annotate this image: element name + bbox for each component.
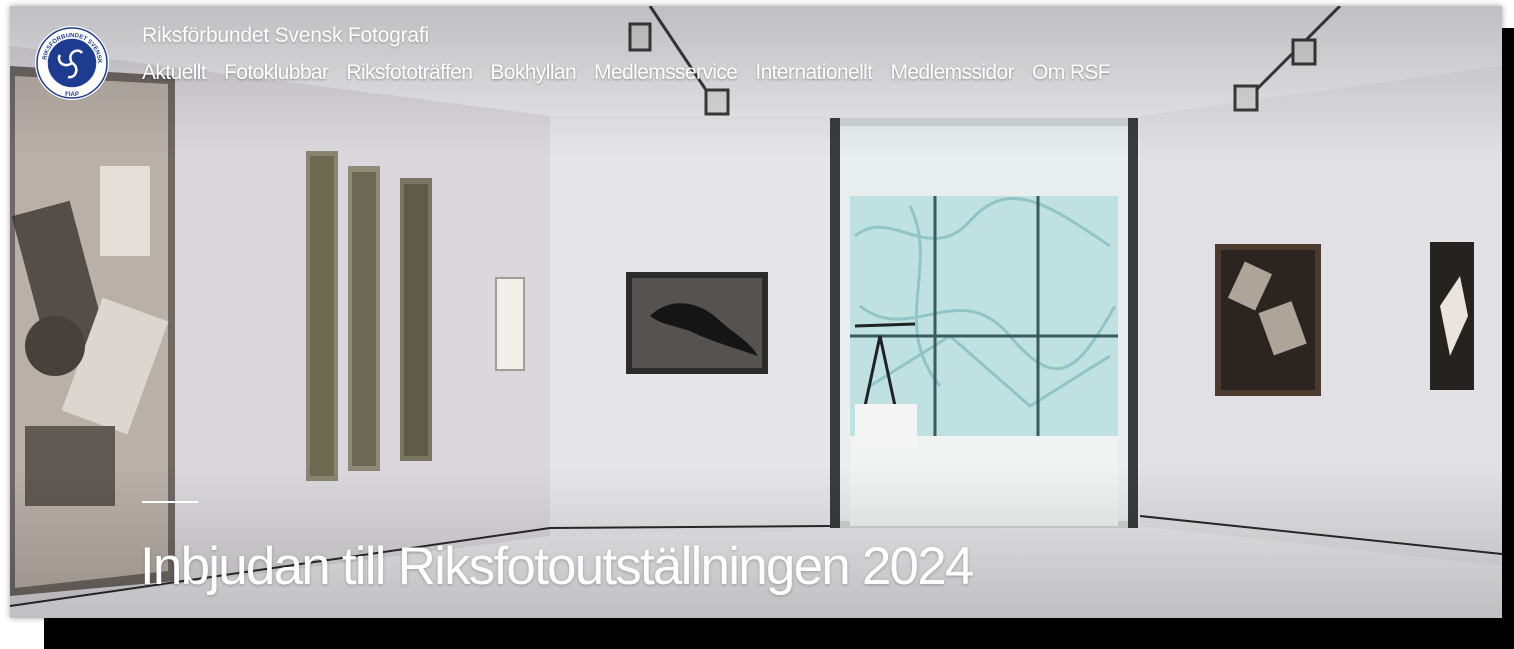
nav-item-fotoklubbar[interactable]: Fotoklubbar [224, 61, 329, 85]
nav-item-riksfototraffen[interactable]: Riksfototräffen [346, 61, 473, 85]
headline-accent-divider [142, 501, 198, 503]
nav-item-om-rsf[interactable]: Om RSF [1032, 61, 1111, 85]
rsf-fiap-logo[interactable]: RIKSFÖRBUNDET SVENSK FOTOGRAFI FIAP [34, 25, 110, 101]
nav-item-medlemssidor[interactable]: Medlemssidor [890, 61, 1014, 85]
hero-headline[interactable]: Inbjudan till Riksfotoutställningen 2024 [140, 536, 974, 597]
svg-text:FIAP: FIAP [65, 92, 79, 98]
nav-item-internationellt[interactable]: Internationellt [755, 61, 873, 85]
site-header: RIKSFÖRBUNDET SVENSK FOTOGRAFI FIAP Riks… [10, 6, 1502, 116]
main-navigation: Aktuellt Fotoklubbar Riksfototräffen Bok… [142, 61, 1128, 85]
hero-banner: RIKSFÖRBUNDET SVENSK FOTOGRAFI FIAP Riks… [10, 6, 1502, 618]
nav-item-aktuellt[interactable]: Aktuellt [142, 61, 207, 85]
site-title-link[interactable]: Riksförbundet Svensk Fotografi [142, 24, 429, 48]
nav-item-bokhyllan[interactable]: Bokhyllan [490, 61, 576, 85]
nav-item-medlemsservice[interactable]: Medlemsservice [594, 61, 738, 85]
